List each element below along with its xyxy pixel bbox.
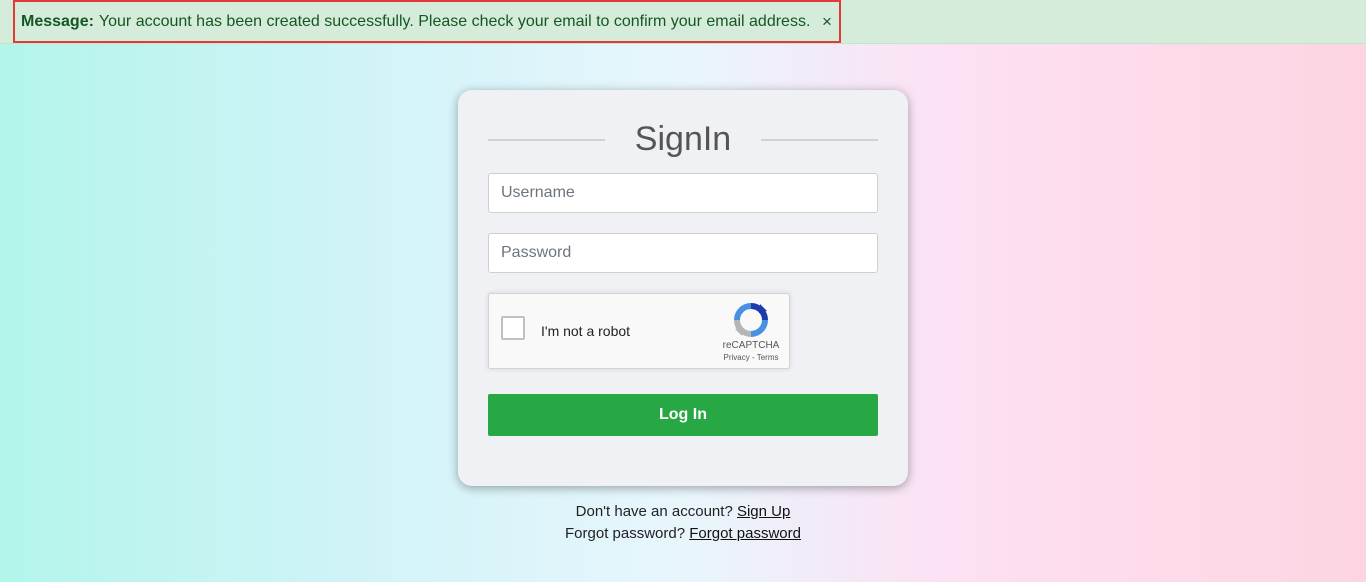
divider-right xyxy=(761,139,878,141)
alert-text: Your account has been created successful… xyxy=(98,12,811,30)
alert-title: Message: xyxy=(21,12,94,30)
login-button[interactable]: Log In xyxy=(488,394,878,436)
signin-card: SignIn I'm not a robot reCAPTCHA Privacy… xyxy=(458,90,908,486)
username-input[interactable] xyxy=(488,173,878,213)
recaptcha-checkbox[interactable] xyxy=(501,316,525,340)
signin-header: SignIn xyxy=(488,116,878,162)
password-input[interactable] xyxy=(488,233,878,273)
recaptcha-separator: - xyxy=(751,353,755,362)
alert-bar: Message: Your account has been created s… xyxy=(0,0,1366,44)
recaptcha-links: Privacy - Terms xyxy=(711,353,791,362)
recaptcha-terms-link[interactable]: Terms xyxy=(757,353,779,362)
signup-link[interactable]: Sign Up xyxy=(737,503,790,520)
recaptcha-widget: I'm not a robot reCAPTCHA Privacy - Term… xyxy=(488,293,790,369)
forgot-password-link[interactable]: Forgot password xyxy=(689,525,801,542)
signup-prompt-row: Don't have an account? Sign Up xyxy=(458,503,908,520)
recaptcha-brand: reCAPTCHA xyxy=(722,340,780,351)
close-icon[interactable]: × xyxy=(822,12,832,32)
forgot-prompt: Forgot password? xyxy=(565,525,686,542)
alert-message: Message: Your account has been created s… xyxy=(13,0,841,43)
recaptcha-logo-icon xyxy=(734,303,768,337)
recaptcha-label: I'm not a robot xyxy=(541,323,631,339)
forgot-prompt-row: Forgot password? Forgot password xyxy=(458,525,908,542)
recaptcha-privacy-link[interactable]: Privacy xyxy=(724,353,750,362)
signup-prompt: Don't have an account? xyxy=(575,503,733,520)
